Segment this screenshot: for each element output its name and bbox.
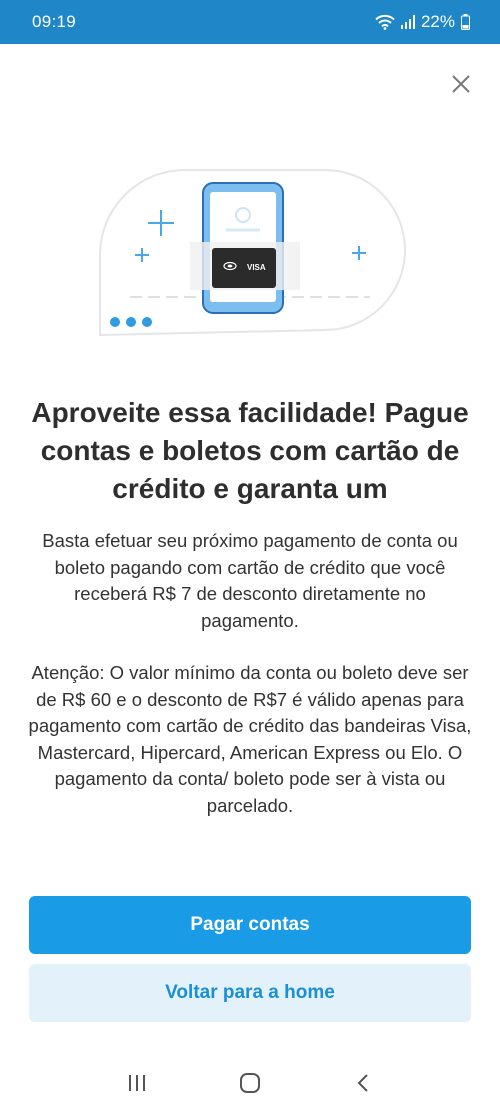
back-icon — [357, 1074, 369, 1092]
description-text: Basta efetuar seu próximo pagamento de c… — [42, 530, 458, 631]
status-icons: 22% — [375, 12, 470, 32]
home-button[interactable] — [230, 1063, 270, 1103]
back-home-button[interactable]: Voltar para a home — [29, 964, 471, 1022]
status-time: 09:19 — [32, 12, 77, 31]
hero-illustration: VISA — [90, 160, 410, 350]
home-icon — [239, 1073, 260, 1093]
signal-icon — [400, 15, 415, 29]
battery-icon — [461, 14, 470, 30]
close-icon — [452, 75, 470, 93]
system-nav-bar — [0, 1055, 500, 1111]
wifi-icon — [375, 14, 395, 30]
page-title: Aproveite essa facilidade! Pague contas … — [31, 397, 469, 504]
recent-apps-icon — [128, 1075, 145, 1091]
back-button[interactable] — [343, 1063, 383, 1103]
pay-bills-button-label: Pagar contas — [190, 914, 310, 935]
pay-bills-button[interactable]: Pagar contas — [29, 896, 471, 954]
battery-level: 22% — [420, 12, 455, 31]
close-button[interactable] — [447, 70, 475, 98]
card-brand-label: VISA — [247, 263, 266, 272]
status-bar: 09:19 22% — [0, 0, 500, 44]
recent-apps-button[interactable] — [117, 1063, 157, 1103]
attention-text: Atenção: O valor mínimo da conta ou bole… — [28, 662, 472, 816]
back-home-button-label: Voltar para a home — [165, 982, 335, 1003]
